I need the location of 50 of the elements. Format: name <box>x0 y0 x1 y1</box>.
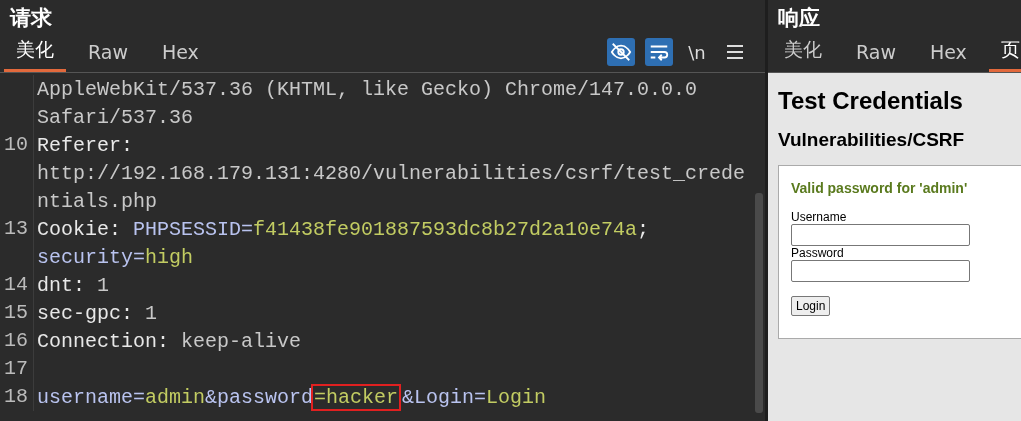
code-text: &password <box>205 385 314 409</box>
login-button[interactable]: Login <box>791 296 831 316</box>
code-text: ; <box>637 217 650 241</box>
code-text: Safari/537.36 <box>37 105 194 129</box>
field-label: Password <box>791 246 845 260</box>
line-number: 15 <box>4 301 28 324</box>
line-number: 14 <box>4 273 28 296</box>
field-label: Username <box>791 210 848 224</box>
code-text: sec-gpc: <box>37 301 134 325</box>
code-text: username= <box>37 385 146 409</box>
visibility-toggle[interactable] <box>607 38 635 66</box>
code-text: Connection: <box>37 329 171 353</box>
code-text: high <box>145 245 194 269</box>
tab[interactable]: Hex <box>917 41 979 72</box>
code-text: 1 <box>97 273 110 297</box>
code-text: ntials.php <box>37 189 158 213</box>
code-text: f41438fe901887593dc8b27d2a10e74a <box>253 217 638 241</box>
input-field[interactable] <box>791 224 970 246</box>
page-subheading: Vulnerabilities/CSRF <box>778 129 966 151</box>
scrollbar[interactable] <box>755 193 763 413</box>
line-number: 13 <box>4 217 28 240</box>
highlighted-code: =hacker <box>313 385 400 409</box>
wrap-toggle[interactable] <box>645 38 673 66</box>
newline-toggle[interactable]: \n <box>683 38 711 66</box>
tab[interactable]: 美化 <box>4 37 66 72</box>
panel-title: 响应 <box>777 5 821 32</box>
line-number: 16 <box>4 329 28 352</box>
code-text: admin <box>145 385 206 409</box>
status-message: Valid password for 'admin' <box>791 180 969 196</box>
code-text: http://192.168.179.131:4280/vulnerabilities/csrf/test_crede <box>37 161 746 185</box>
input-field[interactable] <box>791 260 970 282</box>
tab[interactable]: 美化 <box>772 37 834 72</box>
tab[interactable]: Raw <box>844 41 908 72</box>
code-text: PHPSESSID= <box>133 217 254 241</box>
code-text: 1 <box>145 301 158 325</box>
code-text: &Login= <box>402 385 487 409</box>
code-text: Login <box>486 385 547 409</box>
code-text: AppleWebKit/537.36 (KHTML, like Gecko) Chrome/147.0.0.0 <box>37 77 698 101</box>
tab[interactable]: Raw <box>76 41 140 72</box>
tab[interactable]: Hex <box>149 41 211 72</box>
line-number: 17 <box>4 357 28 380</box>
page-heading: Test Credentials <box>778 87 964 115</box>
code-text: keep-alive <box>181 329 302 353</box>
line-number: 18 <box>4 385 28 408</box>
code-text: dnt: <box>37 273 86 297</box>
code-text: Referer: <box>37 133 133 157</box>
code-text: security= <box>37 245 146 269</box>
code-text: Cookie: <box>37 217 122 241</box>
line-number: 10 <box>4 133 28 156</box>
panel-title: 请求 <box>8 5 53 32</box>
